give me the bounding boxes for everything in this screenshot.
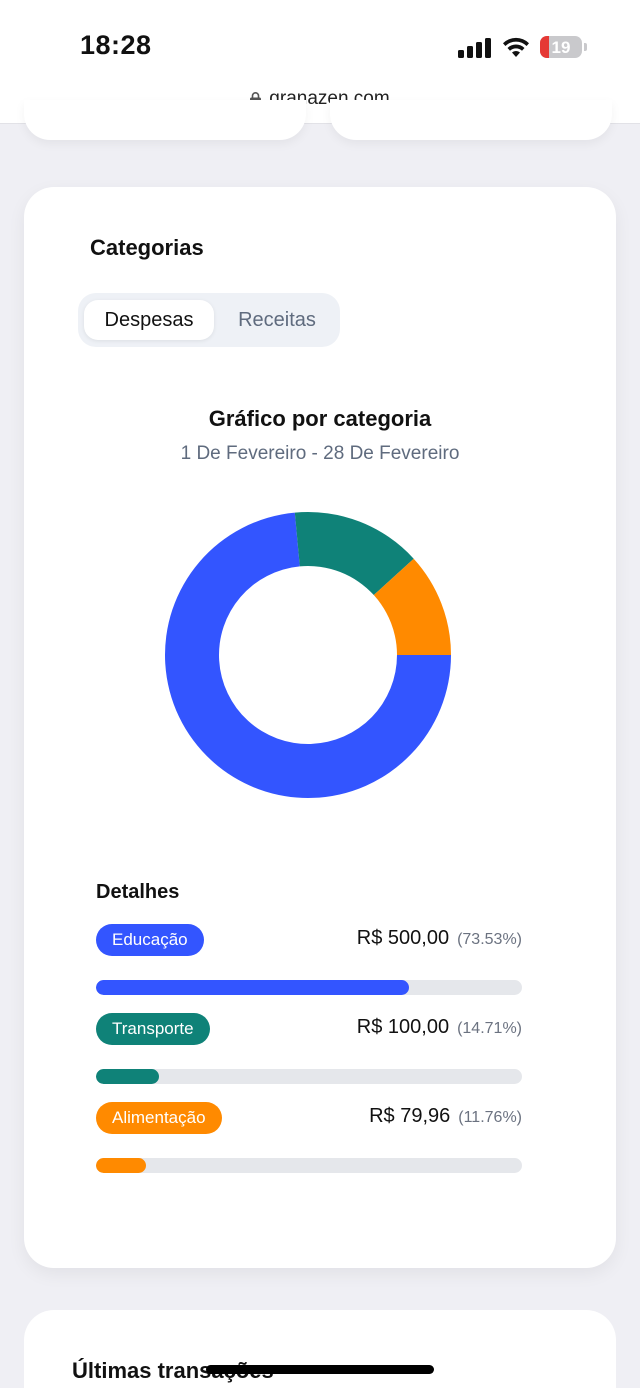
amount-percent: (73.53%)	[457, 931, 522, 948]
progress-bar	[96, 980, 410, 995]
amount-percent: (11.76%)	[458, 1109, 522, 1126]
tab-despesas[interactable]: Despesas	[84, 300, 214, 340]
battery-tip	[584, 43, 587, 51]
category-amount: R$ 100,00 (14.71%)	[357, 1016, 522, 1039]
type-segmented-control: Despesas Receitas	[78, 293, 340, 347]
cellular-signal-icon	[458, 38, 492, 58]
date-range: 1 De Fevereiro - 28 De Fevereiro	[180, 443, 460, 464]
home-indicator[interactable]	[206, 1365, 434, 1374]
wifi-icon	[503, 37, 529, 57]
tab-receitas[interactable]: Receitas	[220, 300, 334, 340]
category-amount: R$ 500,00 (73.53%)	[357, 927, 522, 950]
progress-bar	[96, 1069, 159, 1084]
progress-track	[96, 1069, 522, 1084]
battery-level: 19	[551, 38, 571, 57]
progress-bar	[96, 1158, 147, 1173]
category-row-alimentacao: Alimentação R$ 79,96 (11.76%)	[96, 1102, 522, 1182]
transactions-card: Últimas transações	[24, 1310, 616, 1388]
status-time: 18:28	[80, 30, 152, 60]
amount-percent: (14.71%)	[457, 1020, 522, 1037]
donut-chart[interactable]	[162, 509, 454, 801]
chart-title: Gráfico por categoria	[208, 406, 432, 431]
previous-card-left	[24, 100, 306, 140]
category-row-transporte: Transporte R$ 100,00 (14.71%)	[96, 1013, 522, 1093]
category-badge: Alimentação	[96, 1102, 222, 1134]
category-badge: Transporte	[96, 1013, 210, 1045]
amount-value: R$ 100,00	[356, 1016, 450, 1038]
category-row-educacao: Educação R$ 500,00 (73.53%)	[96, 924, 522, 1004]
progress-track	[96, 1158, 522, 1173]
category-amount: R$ 79,96 (11.76%)	[369, 1105, 522, 1128]
amount-value: R$ 500,00	[356, 927, 450, 949]
details-title: Detalhes	[96, 881, 180, 903]
previous-card-right	[330, 100, 612, 140]
category-badge: Educação	[96, 924, 204, 956]
card-title: Categorias	[90, 235, 204, 260]
categories-card: Categorias Despesas Receitas Gráfico por…	[24, 187, 616, 1268]
battery-icon: 19	[540, 36, 582, 58]
progress-track	[96, 980, 522, 995]
amount-value: R$ 79,96	[369, 1105, 451, 1127]
